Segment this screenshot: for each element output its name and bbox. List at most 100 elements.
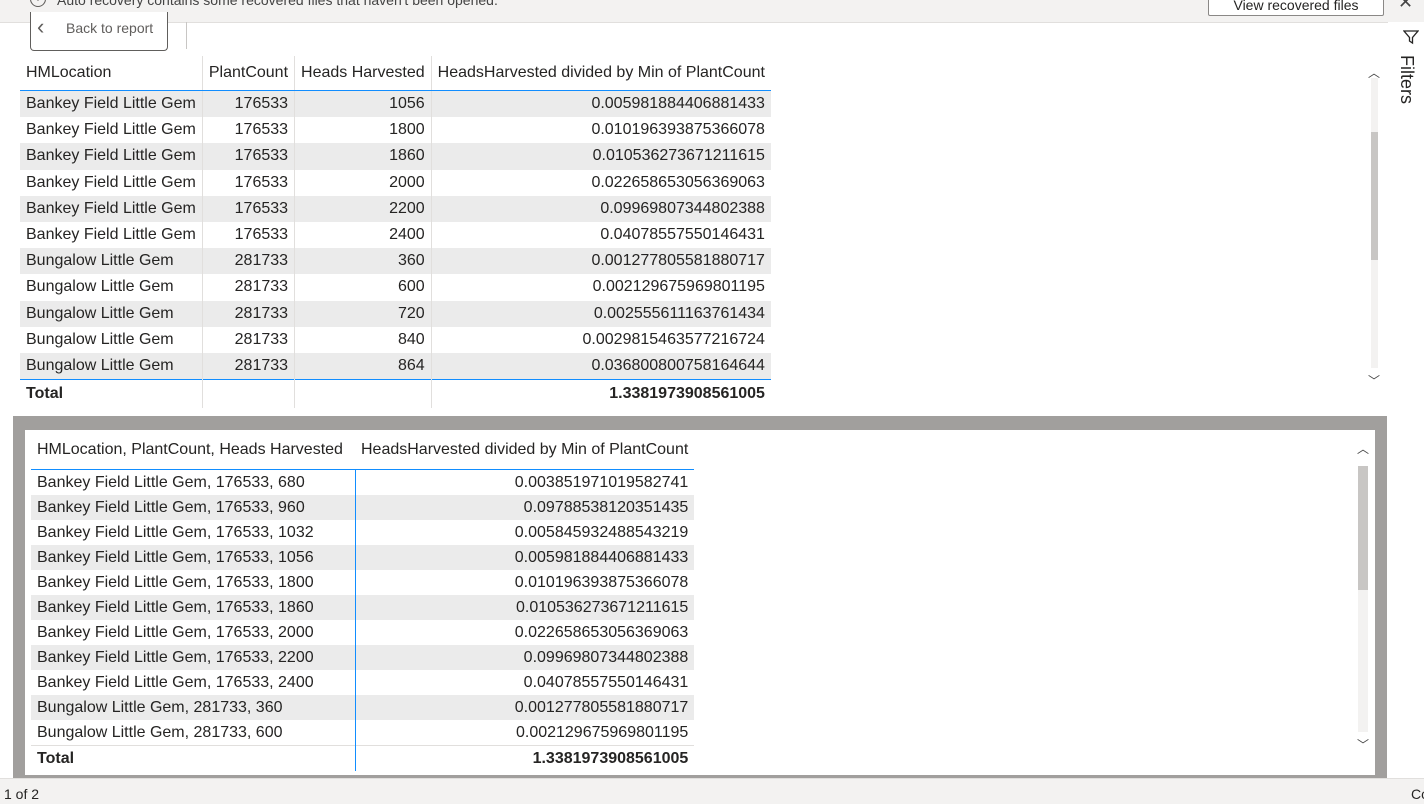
- table-row[interactable]: Bankey Field Little Gem 176533 1056 0.00598…: [20, 90, 771, 118]
- column-header-hmlocation[interactable]: HMLocation: [20, 56, 203, 91]
- table-cell: 0.010536273671211615: [431, 143, 771, 170]
- table-row[interactable]: Bankey Field Little Gem, 176533, 680 0.00…: [31, 469, 694, 495]
- table-cell: Bankey Field Little Gem, 176533, 960: [31, 495, 356, 520]
- table-row[interactable]: Bungalow Little Gem, 281733, 600 0.002129…: [31, 720, 694, 746]
- table-cell: 281733: [202, 326, 296, 353]
- table-cell: Bankey Field Little Gem, 176533, 2200: [31, 645, 356, 670]
- column-header-heads-harvested[interactable]: Heads Harvested: [294, 56, 432, 91]
- column-header-plantcount[interactable]: PlantCount: [202, 56, 296, 91]
- table-cell: 176533: [202, 143, 296, 170]
- table-cell: 0.036800800758164644: [431, 352, 771, 380]
- table-cell: Bankey Field Little Gem, 176533, 1860: [31, 595, 356, 620]
- total-cell: Total: [31, 745, 356, 771]
- table-row[interactable]: Bungalow Little Gem, 281733, 360 0.001277…: [31, 695, 695, 720]
- filters-label[interactable]: Filters: [1396, 55, 1417, 104]
- table-row[interactable]: Bankey Field Little Gem, 176533, 1056 0.0…: [31, 545, 695, 570]
- table2-scrollbar[interactable]: ︿ ﹀: [1355, 440, 1371, 760]
- table-cell: 281733: [202, 300, 296, 327]
- table-cell: 0.005981884406881433: [431, 90, 771, 118]
- column-header-heads-divided[interactable]: HeadsHarvested divided by Min of PlantCo…: [431, 56, 771, 91]
- table-cell: 2200: [294, 195, 432, 222]
- table-cell: 0.002129675969801195: [515, 723, 689, 741]
- table-cell: Bankey Field Little Gem: [20, 195, 203, 222]
- table-row[interactable]: Bankey Field Little Gem 176533 2400 0.04078…: [20, 221, 771, 249]
- funnel-icon[interactable]: [1403, 29, 1419, 45]
- data-table-2: HMLocation, PlantCount, Heads Harvested …: [31, 430, 695, 771]
- chevron-left-icon: ‹: [37, 14, 45, 39]
- table-cell: 0.09969807344802388: [355, 645, 695, 670]
- table-row[interactable]: Bungalow Little Gem 281733 864 0.0368008007…: [20, 352, 771, 380]
- table-cell: 2400: [294, 221, 432, 249]
- table-cell: 0.09969807344802388: [431, 195, 771, 222]
- table1-scrollbar[interactable]: ︿ ﹀: [1366, 64, 1382, 394]
- info-icon: i: [30, 0, 46, 7]
- table-row[interactable]: Bungalow Little Gem 281733 600 0.0021296759…: [20, 274, 771, 301]
- table-row[interactable]: Bankey Field Little Gem, 176533, 1860 0.0…: [31, 595, 695, 620]
- table-cell: 840: [294, 326, 432, 353]
- scroll-up-icon[interactable]: ︿: [1357, 440, 1369, 457]
- back-to-report-label: Back to report: [66, 20, 154, 36]
- table-cell: Bankey Field Little Gem: [20, 90, 203, 118]
- table-cell: Bankey Field Little Gem, 176533, 1056: [31, 545, 356, 570]
- table-cell: Bungalow Little Gem, 281733, 600: [31, 720, 356, 746]
- table-row[interactable]: Bankey Field Little Gem, 176533, 1032 0.0…: [31, 520, 694, 545]
- table-cell: 1800: [294, 117, 432, 144]
- page-indicator: 1 of 2: [4, 786, 40, 802]
- table-cell: Bankey Field Little Gem: [20, 169, 203, 196]
- scrollbar-thumb[interactable]: [1358, 466, 1368, 590]
- table-cell: 0.002555611163761434: [431, 300, 771, 327]
- table-cell: 720: [294, 300, 432, 327]
- table-cell: 0.010536273671211615: [355, 595, 695, 620]
- table-visual-1[interactable]: HMLocation PlantCount Heads Harvested He…: [13, 56, 1387, 416]
- table-row[interactable]: Bankey Field Little Gem, 176533, 2400 0.0…: [31, 670, 694, 695]
- table-row[interactable]: Bankey Field Little Gem 176533 1800 0.01019…: [20, 117, 771, 144]
- table-cell: 176533: [202, 221, 296, 249]
- table-cell: 0.04078557550146431: [523, 673, 689, 691]
- view-recovered-files-button[interactable]: View recovered files: [1208, 0, 1384, 16]
- table-cell: Bankey Field Little Gem, 176533, 2000: [31, 620, 356, 645]
- table-header-row: HMLocation PlantCount Heads Harvested He…: [20, 56, 771, 91]
- table-row[interactable]: Bankey Field Little Gem 176533 2000 0.02265…: [20, 169, 771, 196]
- back-to-report-button[interactable]: ‹ Back to report: [30, 12, 168, 51]
- table-cell: Bankey Field Little Gem: [20, 117, 203, 144]
- scroll-down-icon[interactable]: ﹀: [1368, 372, 1380, 389]
- table-row[interactable]: Bankey Field Little Gem 176533 1860 0.01053…: [20, 143, 771, 170]
- total-cell: 1.3381973908561005: [355, 745, 695, 771]
- table-cell: 0.022658653056369063: [591, 173, 765, 191]
- status-bar: 1 of 2 Cc: [0, 778, 1424, 804]
- total-cell: Total: [20, 379, 203, 409]
- table-row[interactable]: Bankey Field Little Gem, 176533, 960 0.09…: [31, 495, 695, 520]
- scrollbar-thumb[interactable]: [1371, 132, 1378, 260]
- table-cell: Bankey Field Little Gem, 176533, 680: [31, 469, 356, 495]
- table-visual-2[interactable]: HMLocation, PlantCount, Heads Harvested …: [25, 430, 1375, 775]
- table-cell: 0.001277805581880717: [355, 695, 695, 720]
- table-cell: 176533: [202, 90, 296, 118]
- table-cell: Bankey Field Little Gem, 176533, 1032: [31, 520, 356, 545]
- table-row[interactable]: Bankey Field Little Gem 176533 2200 0.09969…: [20, 195, 771, 222]
- table-cell: Bungalow Little Gem: [20, 352, 203, 380]
- status-right-text: Cc: [1411, 786, 1424, 802]
- filters-pane[interactable]: [1388, 22, 1424, 778]
- column-header-combined[interactable]: HMLocation, PlantCount, Heads Harvested: [31, 430, 355, 470]
- total-cell: 1.3381973908561005: [431, 379, 771, 409]
- table-cell: 0.003851971019582741: [514, 473, 689, 491]
- close-icon[interactable]: ✕: [1398, 0, 1413, 13]
- table-row[interactable]: Bungalow Little Gem 281733 360 0.0012778055…: [20, 248, 771, 275]
- scroll-down-icon[interactable]: ﹀: [1357, 736, 1369, 753]
- table-cell: 0.04078557550146431: [600, 226, 765, 244]
- table-cell: 176533: [202, 195, 296, 222]
- column-header-heads-divided[interactable]: HeadsHarvested divided by Min of PlantCo…: [355, 430, 695, 470]
- total-row: Total 1.3381973908561005: [20, 379, 771, 409]
- table-cell: Bungalow Little Gem: [20, 248, 203, 275]
- total-cell: [202, 379, 296, 409]
- table-row[interactable]: Bungalow Little Gem 281733 840 0.0029815463…: [20, 326, 771, 353]
- table-cell: 281733: [202, 274, 296, 301]
- table-row[interactable]: Bankey Field Little Gem, 176533, 2000 0.0…: [31, 620, 694, 645]
- table-cell: 0.005845932488543219: [514, 523, 689, 541]
- table-row[interactable]: Bungalow Little Gem 281733 720 0.0025556111…: [20, 300, 771, 327]
- table-cell: Bankey Field Little Gem: [20, 143, 203, 170]
- table-cell: 281733: [202, 248, 296, 275]
- table-cell: 864: [294, 352, 432, 380]
- table-row[interactable]: Bankey Field Little Gem, 176533, 2200 0.0…: [31, 645, 695, 670]
- table-row[interactable]: Bankey Field Little Gem, 176533, 1800 0.0…: [31, 570, 694, 595]
